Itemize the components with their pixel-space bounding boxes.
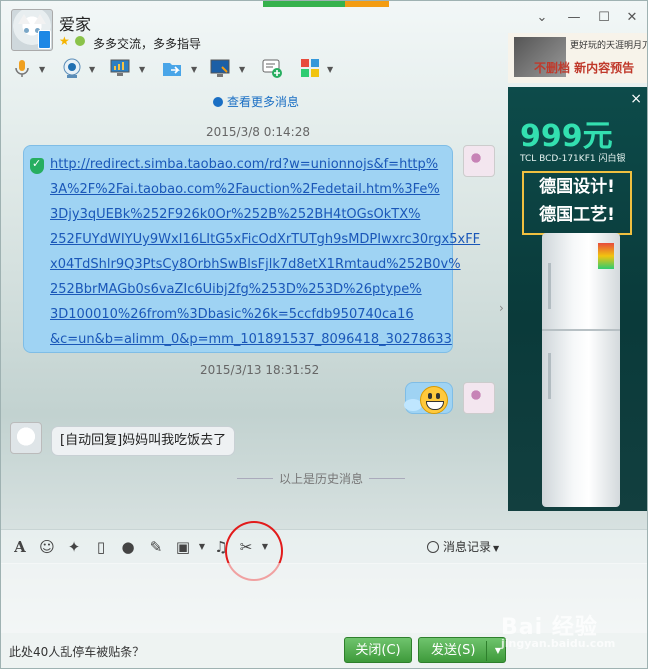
smiley-icon[interactable]: ☺ [38, 538, 56, 556]
close-button-label: 关闭(C) [355, 643, 401, 658]
chevron-down-icon[interactable]: ▼ [139, 65, 145, 74]
ad-slogan-line2: 德国工艺! [539, 205, 615, 225]
status-icon [75, 36, 85, 46]
my-avatar[interactable] [463, 145, 495, 177]
chat-window: ⌄ — ☐ ✕ 爱家 ★ 多多交流，多多指导 ▼ ▼ ▼ ▼ ▼ ▼ 查看更多消… [0, 0, 648, 669]
font-icon[interactable]: A [11, 538, 29, 556]
webcam-icon [63, 58, 81, 78]
contact-signature: 多多交流，多多指导 [93, 37, 202, 51]
clock-icon [213, 97, 223, 107]
footer-notice[interactable]: 此处40人乱停车被贴条？ [9, 643, 144, 660]
chevron-down-icon[interactable]: ▼ [193, 538, 211, 556]
edit-icon[interactable]: ✎ [147, 538, 165, 556]
maximize-icon[interactable]: ☐ [597, 11, 611, 25]
ad-price: 999元 [520, 119, 613, 154]
folder-send-icon [163, 63, 181, 76]
refrigerator-image [542, 233, 620, 507]
message-bubble-link: http://redirect.simba.taobao.com/rd?w=un… [23, 145, 480, 353]
chevron-down-icon[interactable]: ▼ [327, 65, 333, 74]
voice-message-icon[interactable]: ● [119, 538, 137, 556]
contact-avatar-small[interactable] [10, 422, 42, 454]
close-icon[interactable]: × [630, 91, 642, 107]
chevron-down-icon[interactable]: ▼ [239, 65, 245, 74]
chevron-down-icon[interactable]: ▼ [89, 65, 95, 74]
close-button[interactable]: 关闭(C) [344, 637, 412, 663]
message-bubble-emoji [404, 382, 453, 414]
star-icon: ★ [59, 34, 70, 48]
chevron-down-icon[interactable]: ▼ [191, 65, 197, 74]
ad-top-line2: 不删档 新内容预告 [534, 61, 635, 75]
image-icon[interactable]: ▣ [174, 538, 192, 556]
ad-model: TCL BCD-171KF1 闪白银 [520, 154, 626, 164]
network-speed-badge [345, 1, 389, 7]
chevron-down-icon[interactable]: ▼ [39, 65, 45, 74]
message-link[interactable]: 3Djy3qUEBk%252F926k0Or%252B%252BH4tOGsOk… [50, 202, 444, 227]
message-timestamp: 2015/3/13 18:31:52 [200, 363, 320, 377]
mobile-online-icon [38, 30, 51, 49]
message-link[interactable]: 3A%2F%2Fai.taobao.com%2Fauction%2Fedetai… [50, 177, 444, 202]
watermark-url: jingyan.baidu.com [501, 637, 616, 650]
shield-icon [30, 157, 44, 174]
view-more-messages-label: 查看更多消息 [227, 95, 300, 109]
message-link[interactable]: 3D100010%26from%3Dbasic%26k=5ccfdb950740… [50, 302, 444, 327]
ad-banner-main[interactable]: × 999元 TCL BCD-171KF1 闪白银 德国设计! 德国工艺! [508, 87, 647, 511]
magic-wand-icon[interactable]: ✦ [65, 538, 83, 556]
input-toolbar: A ☺ ✦ ▯ ● ✎ ▣ ▼ ♫ ✂ ▼ [1, 529, 647, 564]
ad-slogan-line1: 德国设计! [539, 177, 615, 197]
chevron-down-icon[interactable]: ⌄ [535, 11, 549, 25]
watermark: Bai 经验 jingyan.baidu.com [501, 609, 615, 650]
view-more-messages-link[interactable]: 查看更多消息 [213, 93, 299, 110]
monitor-icon [110, 59, 130, 76]
message-timestamp: 2015/3/8 0:14:28 [206, 125, 310, 139]
close-icon[interactable]: ✕ [625, 11, 639, 25]
screen-share-icon [210, 59, 230, 77]
message-link[interactable]: &c=un&b=alimm_0&p=mm_101891537_8096418_3… [50, 327, 452, 352]
contact-name: 爱家 [59, 15, 92, 34]
message-log-label: 消息记录 [443, 540, 492, 554]
ad-top-line1: 更好玩的天涯明月刀 [570, 41, 648, 51]
message-link[interactable]: http://redirect.simba.taobao.com/rd?w=un… [50, 152, 444, 177]
auto-reply-bubble: [自动回复]妈妈叫我吃饭去了 [51, 426, 236, 456]
message-link[interactable]: 252FUYdWIYUy9WxI16LItG5xFicOdXrTUTgh9sMD… [50, 227, 480, 252]
message-link[interactable]: 252BbrMAGb0s6vaZIc6Uibj2fg%253D%253D%26p… [50, 277, 444, 302]
chevron-right-icon[interactable]: › [499, 301, 504, 315]
ad-slogan: 德国设计! 德国工艺! [522, 171, 632, 235]
add-message-icon [262, 59, 282, 78]
apps-grid-icon [301, 59, 319, 77]
shake-icon[interactable]: ▯ [92, 538, 110, 556]
minimize-icon[interactable]: — [567, 11, 581, 25]
my-avatar[interactable] [463, 382, 495, 414]
send-button[interactable]: 发送(S) ▼ [418, 637, 506, 663]
message-link[interactable]: x04TdShlr9Q3PtsCy8OrbhSwBlsFjlk7d8etX1Rm… [50, 252, 461, 277]
clock-icon [427, 541, 439, 553]
grin-emoji-icon [420, 386, 448, 414]
history-separator: 以上是历史消息 [171, 470, 471, 487]
microphone-icon [15, 60, 29, 77]
message-log-button[interactable]: 消息记录 ▼ [427, 538, 499, 555]
tray-status-bar [263, 1, 389, 7]
chevron-down-icon: ▼ [493, 544, 500, 553]
ad-banner-top[interactable]: 更好玩的天涯明月刀 不删档 新内容预告 [508, 33, 648, 83]
send-button-label: 发送(S) [431, 643, 476, 658]
